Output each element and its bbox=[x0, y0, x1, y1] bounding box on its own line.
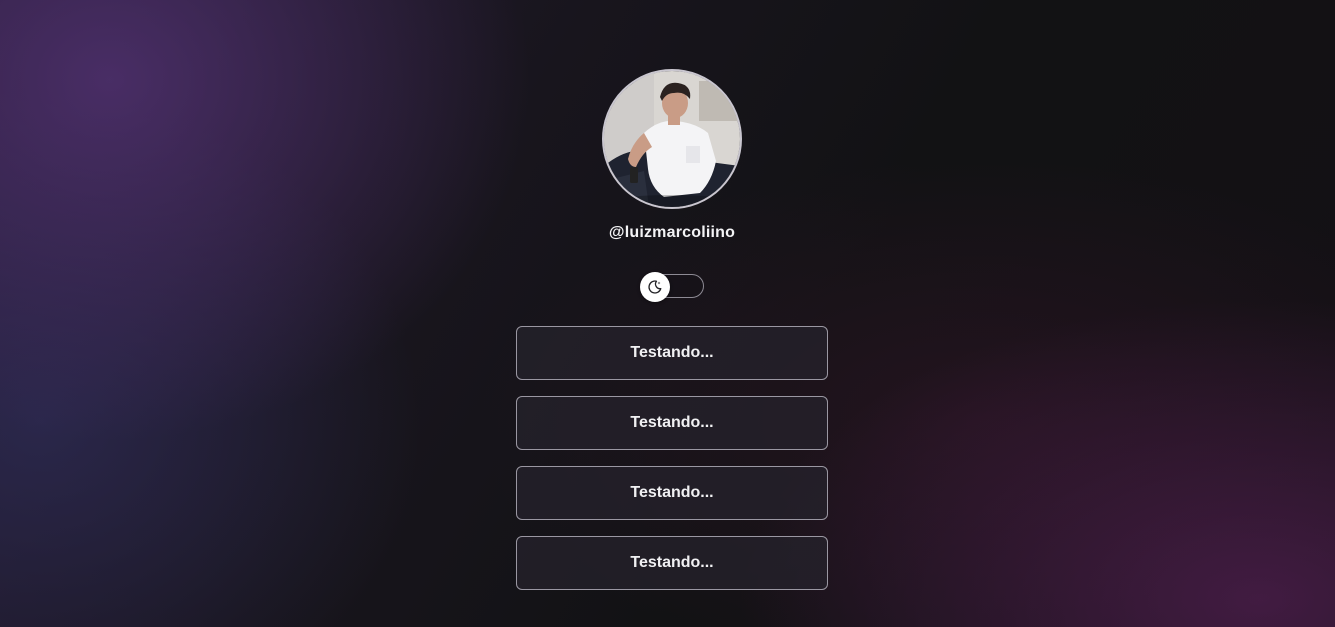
link-button[interactable]: Testando... bbox=[516, 326, 828, 380]
toggle-knob[interactable] bbox=[640, 272, 670, 302]
links-list: Testando... Testando... Testando... Test… bbox=[516, 326, 828, 606]
link-button[interactable]: Testando... bbox=[516, 396, 828, 450]
avatar bbox=[602, 69, 742, 209]
avatar-photo bbox=[604, 71, 740, 207]
theme-toggle[interactable] bbox=[640, 272, 704, 302]
profile-page: @luizmarcoliino Testando... Testando... … bbox=[0, 0, 1335, 627]
moon-icon bbox=[648, 280, 662, 294]
link-button[interactable]: Testando... bbox=[516, 536, 828, 590]
profile-handle: @luizmarcoliino bbox=[608, 224, 736, 241]
link-button[interactable]: Testando... bbox=[516, 466, 828, 520]
